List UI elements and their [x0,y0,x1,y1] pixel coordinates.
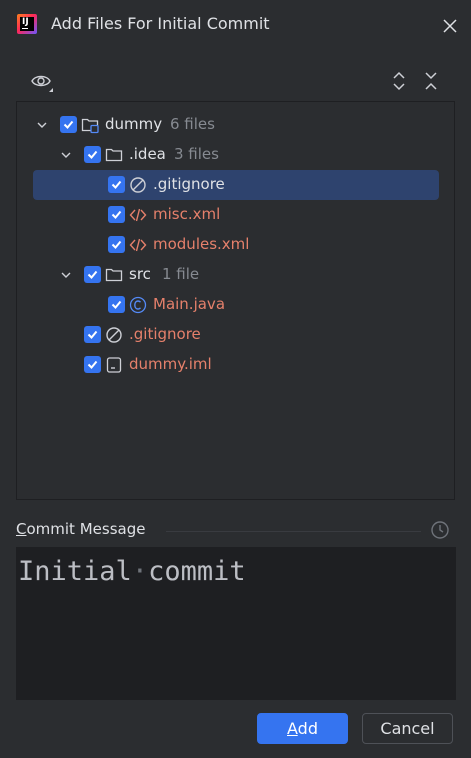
tree-row-dummy-iml[interactable]: dummy.iml [17,350,454,380]
title-bar: IJ Add Files For Initial Commit [0,0,471,48]
tree-item-label: .idea [129,145,166,163]
collapse-all-icon[interactable] [422,71,440,91]
dialog-title: Add Files For Initial Commit [51,14,270,33]
checkbox[interactable] [84,266,101,283]
mnemonic-letter: C [16,520,27,538]
checkbox[interactable] [108,176,125,193]
checkbox[interactable] [84,356,101,373]
tree-item-label: Main.java [153,295,226,313]
tree-item-label: .gitignore [129,325,201,343]
label-text: ommit Message [26,520,146,538]
file-count: 3 files [174,145,219,163]
history-clock-icon[interactable] [430,520,450,540]
checkbox[interactable] [108,236,125,253]
commit-message-label: Commit Message [16,520,145,538]
tree-item-label: dummy [105,115,163,133]
file-count: 6 files [170,115,215,133]
tree-item-label: dummy.iml [129,355,212,373]
close-icon[interactable] [440,16,460,36]
tree-row-main-java[interactable]: Main.java [17,290,454,320]
tree-row-dummy[interactable]: dummy 6 files [17,110,454,140]
iml-file-icon [106,357,122,373]
tree-item-label: modules.xml [153,235,250,253]
folder-icon [105,148,123,162]
eye-icon[interactable] [30,71,54,93]
tree-row-modules-xml[interactable]: modules.xml [17,230,454,260]
ignored-file-icon [106,327,122,343]
tree-item-label: .gitignore [153,175,225,193]
tree-row-idea[interactable]: .idea 3 files [17,140,454,170]
commit-message-text: Initial·commit [18,556,246,587]
xml-file-icon [129,238,147,252]
java-class-icon [129,296,147,314]
button-label: dd [297,719,318,738]
folder-icon [105,268,123,282]
checkbox[interactable] [60,116,77,133]
tree-row-gitignore[interactable]: .gitignore [17,320,454,350]
chevron-down-icon[interactable] [60,269,72,281]
checkbox[interactable] [108,296,125,313]
chevron-down-icon[interactable] [36,119,48,131]
add-button[interactable]: Add [257,713,348,744]
cancel-button[interactable]: Cancel [362,713,453,744]
ignored-file-icon [130,177,146,193]
chevron-down-icon[interactable] [60,149,72,161]
commit-message-input[interactable]: Initial·commit [16,547,456,700]
tree-row-gitignore-selected[interactable]: .gitignore [33,170,439,200]
message-word: Initial [18,556,132,587]
tree-item-label: src [129,265,151,283]
expand-all-icon[interactable] [390,71,408,91]
checkbox[interactable] [84,146,101,163]
section-divider [166,531,421,532]
mnemonic-letter: A [287,719,298,738]
checkbox[interactable] [84,326,101,343]
file-count: 1 file [162,265,200,283]
checkbox[interactable] [108,206,125,223]
tree-row-misc-xml[interactable]: misc.xml [17,200,454,230]
file-tree[interactable]: dummy 6 files .idea 3 files .gitignore m… [16,101,455,500]
tree-row-src[interactable]: src 1 file [17,260,454,290]
module-folder-icon [81,118,99,134]
intellij-idea-logo-icon: IJ [17,14,37,34]
tree-item-label: misc.xml [153,205,221,223]
xml-file-icon [129,208,147,222]
message-word: commit [148,556,246,587]
whitespace-marker: · [131,556,149,587]
